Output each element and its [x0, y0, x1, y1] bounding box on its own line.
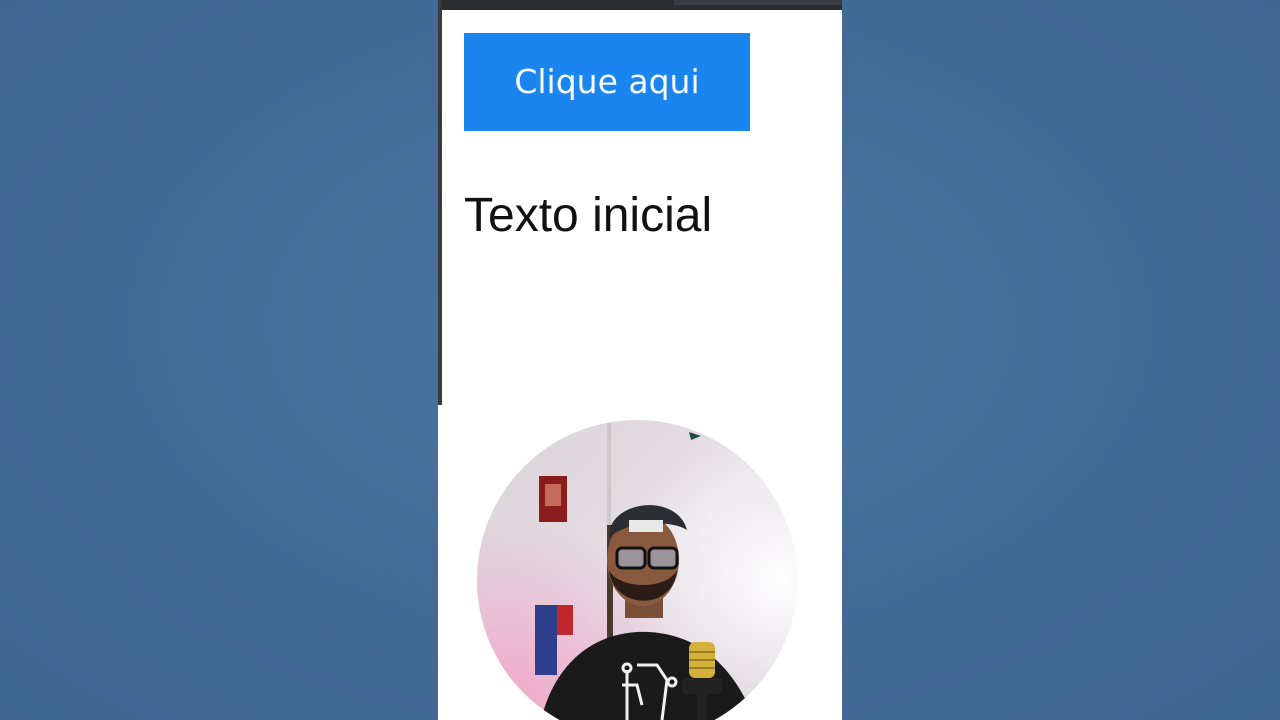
- presenter-webcam-overlay: [477, 420, 797, 720]
- texto-paragraph: Texto inicial: [464, 189, 713, 242]
- viewport-left-edge: [438, 0, 442, 405]
- browser-top-bar-segment: [674, 0, 842, 5]
- browser-viewport: Clique aqui Texto inicial: [438, 0, 842, 720]
- browser-top-bar: [438, 0, 842, 10]
- presenter-webcam-icon: [477, 420, 797, 720]
- clique-aqui-button[interactable]: Clique aqui: [464, 33, 750, 131]
